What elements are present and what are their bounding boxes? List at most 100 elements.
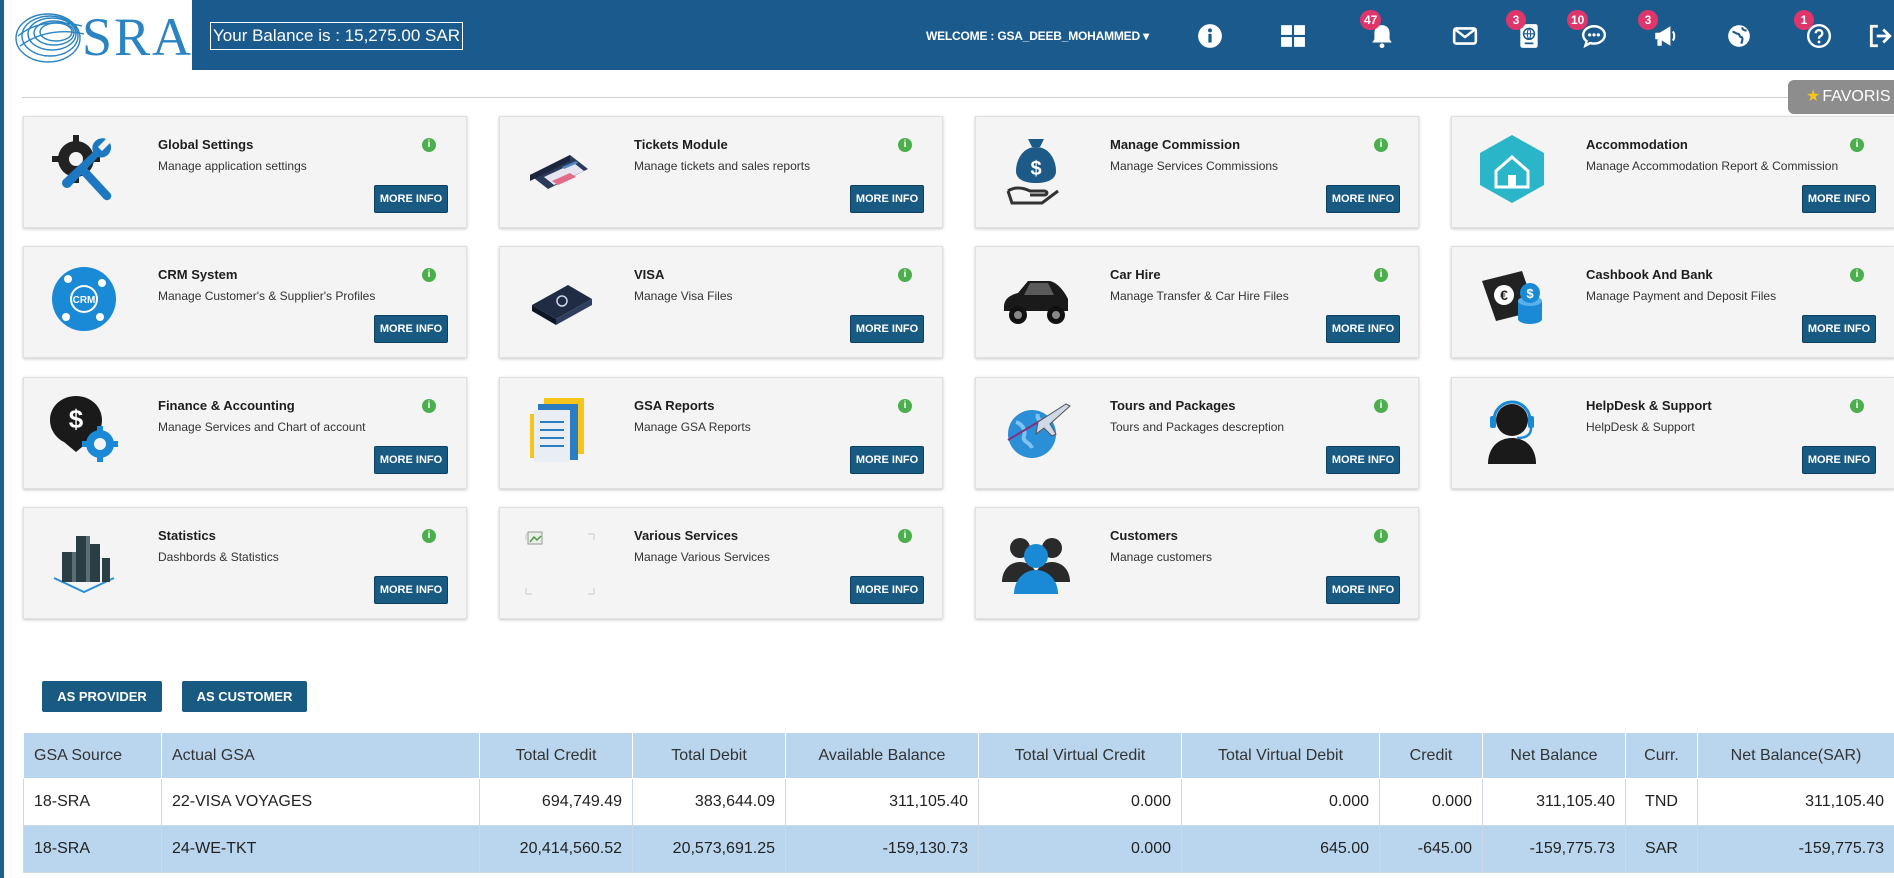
help-badge: 1	[1794, 10, 1814, 30]
table-cell: -159,775.73	[1697, 825, 1894, 873]
more-info-button[interactable]: MORE INFO	[1326, 446, 1400, 474]
card-various-services: Various Services Manage Various Services…	[499, 507, 943, 619]
balance-display: Your Balance is : 15,275.00 SAR	[210, 22, 463, 50]
info-icon[interactable]	[1196, 22, 1224, 50]
card-visa: VISA Manage Visa Files i MORE INFO	[499, 246, 943, 358]
card-title: Global Settings	[158, 137, 254, 152]
card-description: Manage GSA Reports	[634, 420, 751, 434]
column-header[interactable]: Total Credit	[479, 732, 633, 779]
logo-swirl-icon	[15, 13, 85, 63]
more-info-button[interactable]: MORE INFO	[1326, 315, 1400, 343]
broken-image-icon	[525, 531, 595, 595]
column-header[interactable]: Net Balance(SAR)	[1697, 732, 1894, 779]
column-header[interactable]: Total Virtual Debit	[1181, 732, 1380, 779]
more-info-button[interactable]: MORE INFO	[374, 185, 448, 213]
as-provider-button[interactable]: AS PROVIDER	[42, 681, 162, 712]
card-title: Finance & Accounting	[158, 398, 295, 413]
more-info-button[interactable]: MORE INFO	[374, 446, 448, 474]
dashboard-grid-icon[interactable]	[1279, 22, 1307, 50]
svg-text:$: $	[1030, 158, 1041, 180]
passport-icon	[532, 285, 592, 325]
info-dot-icon[interactable]: i	[898, 138, 912, 152]
info-dot-icon[interactable]: i	[422, 399, 436, 413]
top-navbar: SRA Your Balance is : 15,275.00 SAR WELC…	[4, 0, 1894, 70]
more-info-button[interactable]: MORE INFO	[1326, 576, 1400, 604]
card-description: Manage Payment and Deposit Files	[1586, 289, 1777, 303]
column-header[interactable]: Available Balance	[785, 732, 979, 779]
table-cell: 18-SRA	[23, 778, 162, 826]
divider	[22, 97, 1894, 98]
column-header[interactable]: Total Virtual Credit	[978, 732, 1182, 779]
more-info-button[interactable]: MORE INFO	[1326, 185, 1400, 213]
user-menu[interactable]: WELCOME : GSA_DEEB_MOHAMMED ▾	[926, 29, 1149, 43]
table-cell: 0.000	[1181, 778, 1380, 826]
card-description: Manage Services and Chart of account	[158, 420, 366, 434]
table-row[interactable]: 18-SRA 22-VISA VOYAGES 694,749.49 383,64…	[23, 778, 1894, 826]
favoris-button[interactable]: ★ FAVORIS	[1788, 80, 1894, 114]
info-dot-icon[interactable]: i	[1374, 268, 1388, 282]
more-info-button[interactable]: MORE INFO	[850, 446, 924, 474]
more-info-button[interactable]: MORE INFO	[1802, 185, 1876, 213]
more-info-button[interactable]: MORE INFO	[374, 315, 448, 343]
logout-icon[interactable]	[1866, 22, 1894, 50]
info-dot-icon[interactable]: i	[1374, 529, 1388, 543]
table-cell: -159,130.73	[785, 825, 979, 873]
more-info-button[interactable]: MORE INFO	[850, 576, 924, 604]
card-title: HelpDesk & Support	[1586, 398, 1712, 413]
cashbook-icon: € $	[1482, 271, 1542, 324]
svg-text:$: $	[69, 404, 84, 434]
info-dot-icon[interactable]: i	[1850, 138, 1864, 152]
card-helpdesk-support: HelpDesk & Support HelpDesk & Support i …	[1451, 377, 1894, 489]
info-dot-icon[interactable]: i	[1850, 399, 1864, 413]
column-header[interactable]: Curr.	[1625, 732, 1698, 779]
table-cell: TND	[1625, 778, 1698, 826]
card-description: HelpDesk & Support	[1586, 420, 1695, 434]
as-customer-button[interactable]: AS CUSTOMER	[182, 681, 307, 712]
info-dot-icon[interactable]: i	[1374, 138, 1388, 152]
card-tickets-module: Tickets Module Manage tickets and sales …	[499, 116, 943, 228]
card-title: Car Hire	[1110, 267, 1161, 282]
info-dot-icon[interactable]: i	[422, 268, 436, 282]
car-icon	[1004, 281, 1068, 324]
table-cell: 645.00	[1181, 825, 1380, 873]
info-dot-icon[interactable]: i	[1374, 399, 1388, 413]
globe-icon[interactable]	[1725, 22, 1753, 50]
card-tours-packages: Tours and Packages Tours and Packages de…	[975, 377, 1419, 489]
info-dot-icon[interactable]: i	[1850, 268, 1864, 282]
more-info-button[interactable]: MORE INFO	[374, 576, 448, 604]
more-info-button[interactable]: MORE INFO	[1802, 315, 1876, 343]
card-description: Manage Visa Files	[634, 289, 733, 303]
column-header[interactable]: Net Balance	[1482, 732, 1626, 779]
tickets-icon	[530, 155, 588, 189]
table-cell: 0.000	[978, 825, 1182, 873]
column-header[interactable]: Actual GSA	[161, 732, 480, 779]
table-cell: 311,105.40	[785, 778, 979, 826]
reports-icon	[530, 398, 584, 462]
column-header[interactable]: Total Debit	[632, 732, 786, 779]
more-info-button[interactable]: MORE INFO	[1802, 446, 1876, 474]
envelope-icon[interactable]	[1451, 22, 1479, 50]
column-header[interactable]: Credit	[1379, 732, 1483, 779]
more-info-button[interactable]: MORE INFO	[850, 315, 924, 343]
card-statistics: Statistics Dashbords & Statistics i MORE…	[23, 507, 467, 619]
card-description: Manage tickets and sales reports	[634, 159, 811, 173]
more-info-button[interactable]: MORE INFO	[850, 185, 924, 213]
crm-icon: CRM	[52, 267, 116, 331]
chat-badge: 10	[1567, 10, 1589, 30]
info-dot-icon[interactable]: i	[898, 399, 912, 413]
card-title: Cashbook And Bank	[1586, 267, 1713, 282]
table-row[interactable]: 18-SRA 24-WE-TKT 20,414,560.52 20,573,69…	[23, 825, 1894, 873]
card-cashbook-and-bank: € $ Cashbook And Bank Manage Payment and…	[1451, 246, 1894, 358]
card-global-settings: Global Settings Manage application setti…	[23, 116, 467, 228]
info-dot-icon[interactable]: i	[422, 138, 436, 152]
card-title: CRM System	[158, 267, 238, 282]
logo[interactable]: SRA	[4, 0, 192, 70]
info-dot-icon[interactable]: i	[898, 529, 912, 543]
table-cell: 0.000	[1379, 778, 1483, 826]
info-dot-icon[interactable]: i	[422, 529, 436, 543]
card-manage-commission: $ Manage Commission Manage Services Comm…	[975, 116, 1419, 228]
notifications-badge: 47	[1360, 10, 1382, 30]
column-header[interactable]: GSA Source	[23, 732, 162, 779]
card-car-hire: Car Hire Manage Transfer & Car Hire File…	[975, 246, 1419, 358]
info-dot-icon[interactable]: i	[898, 268, 912, 282]
